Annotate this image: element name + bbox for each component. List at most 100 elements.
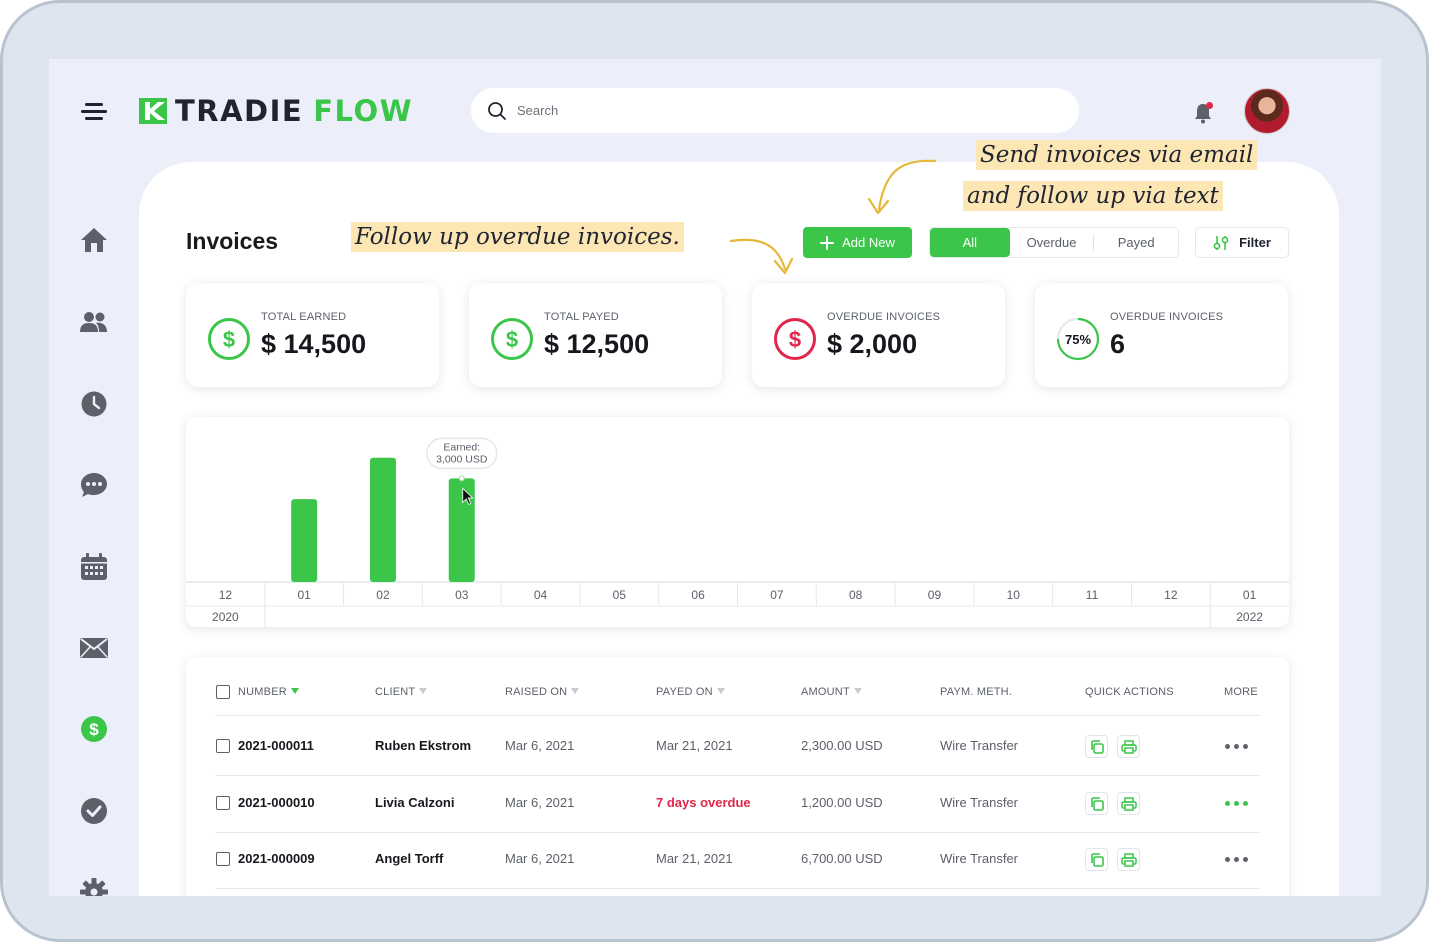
menu-icon[interactable] xyxy=(81,103,107,121)
column-header-label: QUICK ACTIONS xyxy=(1085,686,1174,698)
sidebar-item-messages[interactable] xyxy=(79,470,109,500)
users-icon xyxy=(80,312,107,332)
row-checkbox[interactable] xyxy=(216,796,230,810)
table-divider xyxy=(215,832,1260,833)
sort-icon xyxy=(419,688,428,694)
sidebar-item-settings[interactable] xyxy=(79,877,109,896)
copy-icon xyxy=(1090,739,1104,754)
column-header-client[interactable]: CLIENT xyxy=(375,686,428,698)
progress-ring: 75% xyxy=(1056,317,1100,361)
chart-bar[interactable] xyxy=(448,478,475,582)
dollar-circle-icon: $ xyxy=(208,318,250,360)
search-input[interactable] xyxy=(517,103,1017,118)
x-tick-label: 10 xyxy=(1007,588,1021,602)
table-divider xyxy=(215,888,1260,889)
svg-text:$: $ xyxy=(89,720,99,739)
copy-button[interactable] xyxy=(1085,792,1108,815)
cell-payment-method: Wire Transfer xyxy=(940,851,1019,866)
sidebar-item-tasks[interactable] xyxy=(79,796,109,826)
logo-word-1: TRADIE xyxy=(175,94,304,128)
gear-icon xyxy=(80,878,108,896)
print-button[interactable] xyxy=(1117,848,1140,871)
tab-overdue[interactable]: Overdue xyxy=(1010,228,1094,257)
copy-button[interactable] xyxy=(1085,735,1108,758)
row-checkbox[interactable] xyxy=(216,852,230,866)
dollar-circle-icon: $ xyxy=(774,318,816,360)
logo-word-2: FLOW xyxy=(313,94,414,128)
tab-payed[interactable]: Payed xyxy=(1094,228,1178,257)
stat-card-total-earned: $ TOTAL EARNED $ 14,500 xyxy=(186,283,439,387)
dollar-icon: $ xyxy=(81,716,107,742)
svg-text:$: $ xyxy=(789,327,801,352)
copy-button[interactable] xyxy=(1085,848,1108,871)
more-actions-button[interactable] xyxy=(1225,742,1251,750)
cell-number[interactable]: 2021-000009 xyxy=(238,851,315,866)
x-tick-label: 01 xyxy=(297,588,311,602)
hover-dot xyxy=(458,475,465,482)
sidebar-item-invoices[interactable]: $ xyxy=(79,714,109,744)
select-all-checkbox[interactable] xyxy=(216,685,230,699)
chat-icon xyxy=(81,473,107,497)
column-header-label: MORE xyxy=(1224,686,1258,698)
x-tick-label: 12 xyxy=(1164,588,1178,602)
sidebar-item-timesheets[interactable] xyxy=(79,389,109,419)
sidebar-item-home[interactable] xyxy=(79,225,109,255)
x-tick-label: 05 xyxy=(613,588,627,602)
stat-value: $ 2,000 xyxy=(827,329,918,359)
bell-icon[interactable] xyxy=(1191,101,1215,125)
column-header-label: CLIENT xyxy=(375,686,416,698)
sidebar-item-team[interactable] xyxy=(79,307,109,337)
svg-text:$: $ xyxy=(506,327,518,352)
more-actions-button[interactable] xyxy=(1225,855,1251,863)
status-filter-tabs: All Overdue Payed xyxy=(929,227,1179,258)
copy-icon xyxy=(1090,852,1104,867)
cell-number[interactable]: 2021-000011 xyxy=(238,738,314,753)
sidebar-item-calendar[interactable] xyxy=(79,552,109,582)
x-tick-label: 07 xyxy=(770,588,784,602)
tooltip-line-2: 3,000 USD xyxy=(436,453,488,465)
app-logo[interactable]: TRADIE FLOW xyxy=(139,94,414,128)
chart-bar[interactable] xyxy=(369,457,396,582)
cell-raised-on: Mar 6, 2021 xyxy=(505,795,575,810)
chart-tooltip: Earned:3,000 USD xyxy=(426,437,498,470)
chart-bar[interactable] xyxy=(291,499,318,582)
invoice-table: NUMBER CLIENT RAISED ON PAYED ON AMOUNT … xyxy=(186,657,1289,896)
column-header-amount[interactable]: AMOUNT xyxy=(801,686,862,698)
mail-icon xyxy=(80,638,108,658)
print-button[interactable] xyxy=(1117,792,1140,815)
x-tick-label: 12 xyxy=(219,588,233,602)
x-tick-label: 09 xyxy=(928,588,942,602)
sidebar-item-mail[interactable] xyxy=(79,633,109,663)
svg-text:$: $ xyxy=(223,327,235,352)
row-checkbox[interactable] xyxy=(216,739,230,753)
cell-number[interactable]: 2021-000010 xyxy=(238,795,315,810)
cell-amount: 1,200.00 USD xyxy=(801,795,883,810)
cell-payed-on-overdue: 7 days overdue xyxy=(656,795,751,810)
arrow-annotation-icon xyxy=(729,238,794,275)
tab-all[interactable]: All xyxy=(930,228,1010,257)
app-screen: TRADIE FLOW Search $ Invoices Follow up … xyxy=(49,59,1381,896)
column-header-raised-on[interactable]: RAISED ON xyxy=(505,686,580,698)
earnings-chart: 12 01 02 03 04 05 06 07 08 09 10 11 12 01 2020 2022 Earn… xyxy=(186,417,1289,627)
table-divider xyxy=(215,715,1260,716)
search-bar[interactable] xyxy=(471,88,1079,133)
year-label: 2022 xyxy=(1236,610,1263,624)
stat-label: OVERDUE INVOICES xyxy=(827,311,941,323)
print-icon xyxy=(1120,739,1137,754)
print-button[interactable] xyxy=(1117,735,1140,758)
cell-payment-method: Wire Transfer xyxy=(940,738,1019,753)
cell-payment-method: Wire Transfer xyxy=(940,795,1019,810)
x-tick-label: 01 xyxy=(1243,588,1257,602)
tooltip-line-1: Earned: xyxy=(443,441,480,453)
user-avatar[interactable] xyxy=(1244,88,1290,134)
column-header-payed-on[interactable]: PAYED ON xyxy=(656,686,725,698)
add-new-label: Add New xyxy=(842,235,895,250)
search-icon xyxy=(488,101,506,120)
filter-label: Filter xyxy=(1239,235,1271,250)
x-tick-label: 06 xyxy=(691,588,705,602)
column-header-number[interactable]: NUMBER xyxy=(238,686,299,698)
add-new-button[interactable]: Add New xyxy=(803,227,912,258)
filter-button[interactable]: Filter xyxy=(1195,227,1289,258)
column-header-payment-method: PAYM. METH. xyxy=(940,686,1012,698)
more-actions-button[interactable] xyxy=(1225,799,1251,807)
